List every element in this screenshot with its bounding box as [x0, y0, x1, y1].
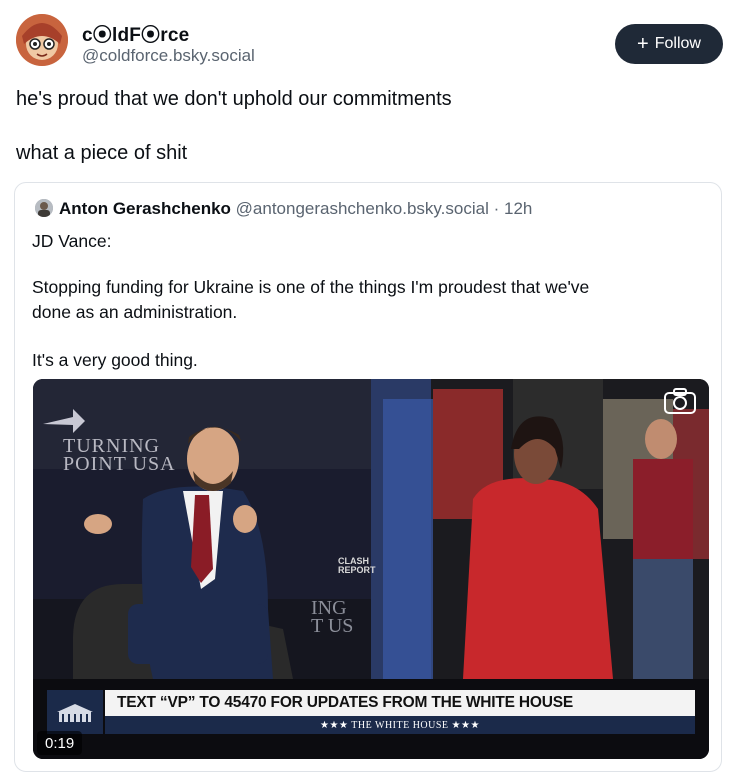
post-text-line-2: what a piece of shit: [16, 142, 188, 164]
camera-icon[interactable]: [663, 387, 697, 415]
quoted-text-line: It's a very good thing.: [32, 350, 198, 370]
quoted-avatar-image: [35, 199, 53, 217]
post-text-line-1: he's proud that we don't uphold our comm…: [16, 88, 452, 110]
white-house-logo: [47, 690, 103, 734]
video-player[interactable]: TURNING POINT USA ING T US CLASH REPORT: [33, 379, 709, 759]
author-name-row[interactable]: c⦿ldF⦿rce: [82, 20, 189, 47]
quoted-text-line: done as an administration.: [32, 302, 238, 322]
quoted-text-line: Stopping funding for Ukraine is one of t…: [32, 277, 590, 297]
author-display-name[interactable]: c⦿ldF⦿rce: [82, 25, 189, 46]
quoted-author-handle[interactable]: @antongerashchenko.bsky.social: [236, 199, 489, 218]
follow-button[interactable]: + Follow: [615, 24, 723, 64]
video-duration: 0:19: [37, 731, 83, 755]
avatar[interactable]: [16, 14, 68, 66]
avatar-image: [16, 14, 68, 66]
plus-icon: +: [637, 33, 649, 55]
quoted-post-time[interactable]: 12h: [504, 199, 532, 218]
quoted-text-line: JD Vance:: [32, 231, 112, 251]
quoted-author-name[interactable]: Anton Gerashchenko: [59, 199, 231, 218]
video-caption: TEXT “VP” TO 45470 FOR UPDATES FROM THE …: [105, 690, 695, 716]
backdrop-text: TURNING POINT USA: [63, 435, 176, 475]
backdrop-fragment: ING T US: [311, 597, 354, 637]
header-separator: ·: [493, 199, 500, 218]
quoted-post[interactable]: Anton Gerashchenko @antongerashchenko.bs…: [14, 182, 722, 772]
author-handle[interactable]: @coldforce.bsky.social: [82, 46, 255, 66]
video-footer: ★★★ THE WHITE HOUSE ★★★: [105, 716, 695, 734]
watermark: CLASH REPORT: [338, 556, 376, 575]
quoted-author-avatar: [35, 199, 53, 217]
follow-button-label: Follow: [654, 35, 701, 52]
quoted-post-header: Anton Gerashchenko @antongerashchenko.bs…: [59, 199, 532, 219]
